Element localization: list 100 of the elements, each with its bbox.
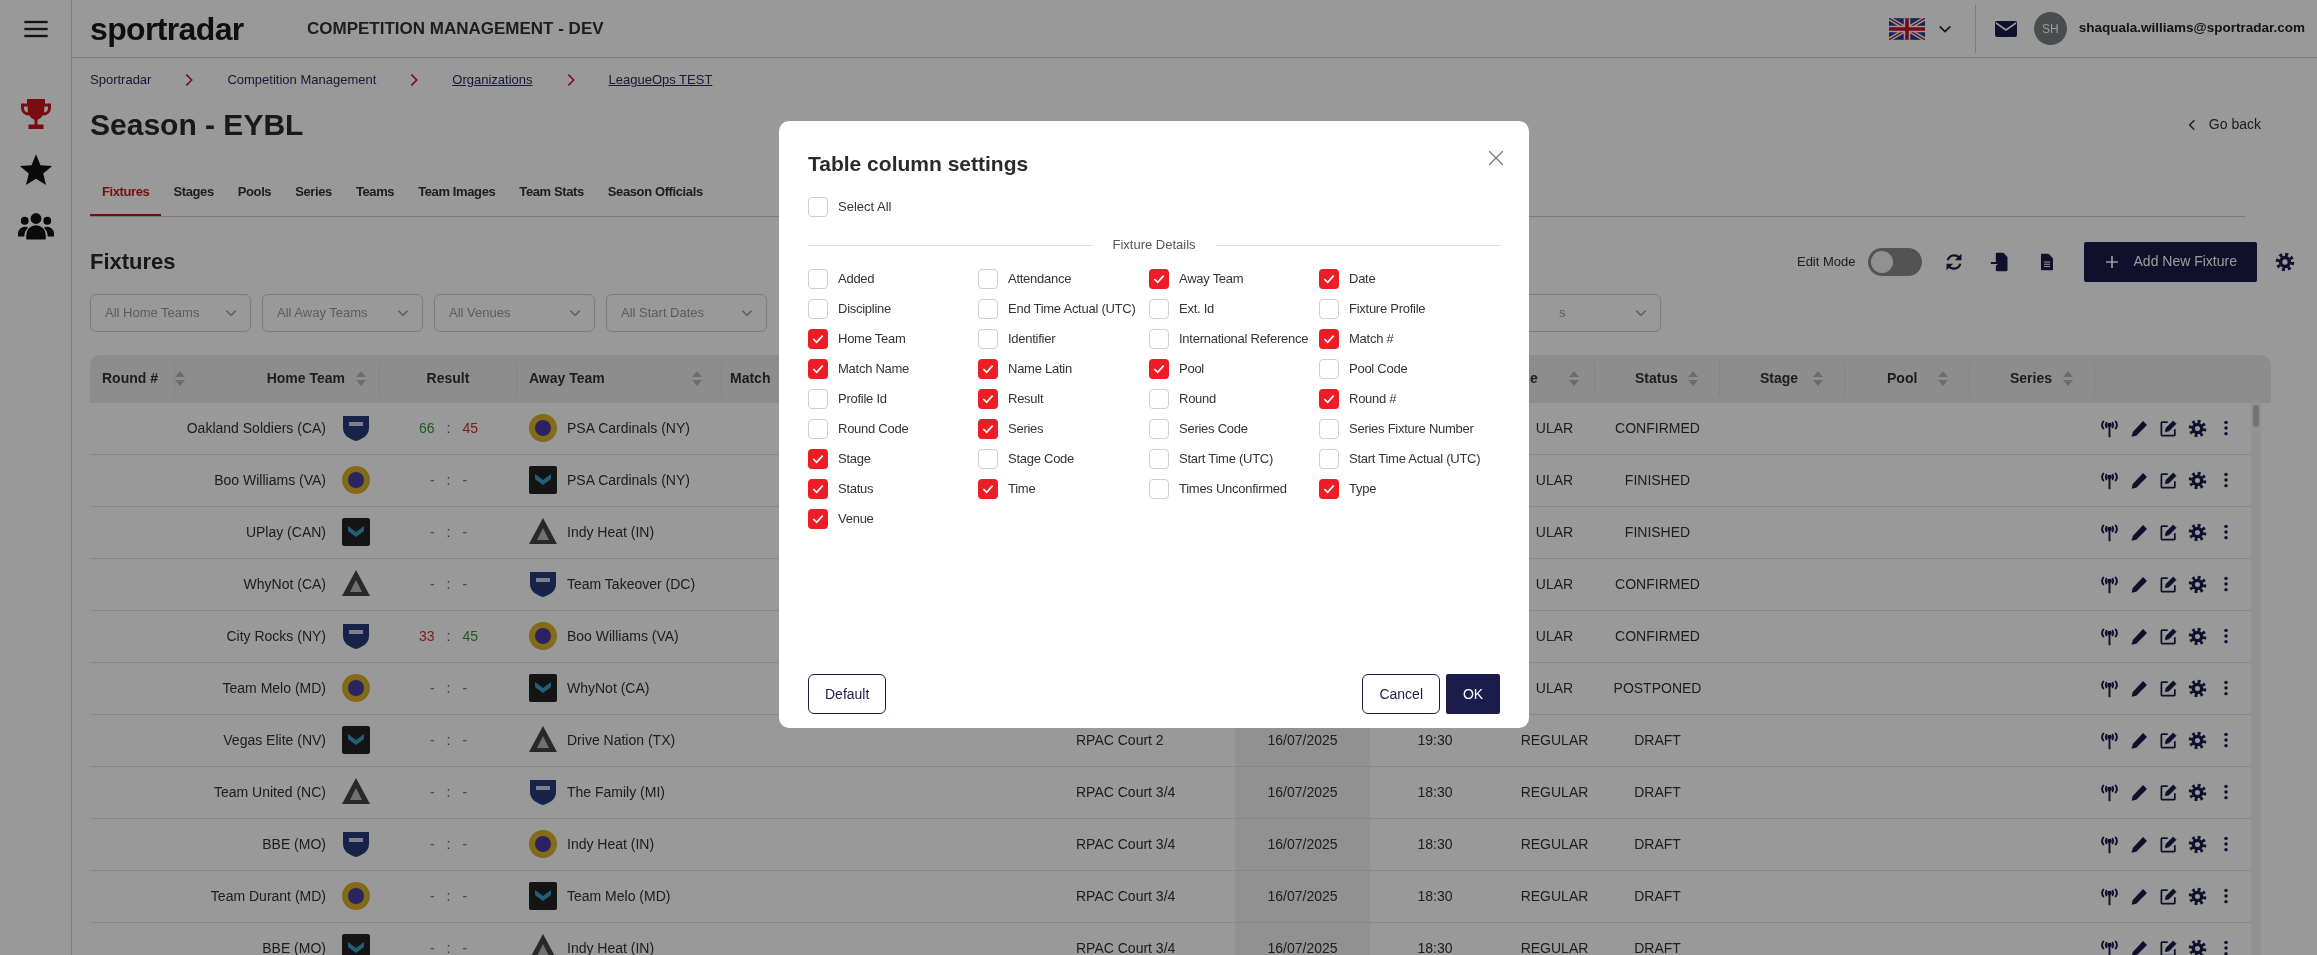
- settings-icon[interactable]: [2188, 418, 2207, 438]
- edit-icon[interactable]: [2159, 522, 2178, 542]
- checkbox[interactable]: [1149, 269, 1169, 289]
- close-icon[interactable]: [1487, 149, 1505, 167]
- checkbox[interactable]: [808, 299, 828, 319]
- checkbox[interactable]: [1319, 479, 1339, 499]
- checkbox[interactable]: [1319, 299, 1339, 319]
- checkbox[interactable]: [978, 299, 998, 319]
- pencil-icon[interactable]: [2130, 522, 2149, 542]
- tab[interactable]: Team Stats: [507, 169, 596, 216]
- checkbox[interactable]: [1319, 389, 1339, 409]
- checkbox[interactable]: [808, 509, 828, 529]
- checkbox[interactable]: [808, 419, 828, 439]
- checkbox[interactable]: [978, 419, 998, 439]
- checkbox[interactable]: [808, 449, 828, 469]
- tab[interactable]: Fixtures: [90, 169, 162, 216]
- checkbox[interactable]: [808, 329, 828, 349]
- breadcrumb-link[interactable]: LeagueOps TEST: [608, 70, 713, 90]
- tab[interactable]: Pools: [225, 169, 284, 216]
- checkbox[interactable]: [1149, 329, 1169, 349]
- checkbox[interactable]: [808, 197, 828, 217]
- scrollbar[interactable]: [2253, 404, 2259, 427]
- checkbox[interactable]: [978, 269, 998, 289]
- checkbox[interactable]: [1319, 419, 1339, 439]
- go-back-link[interactable]: Go back: [2184, 114, 2261, 135]
- add-new-fixture-button[interactable]: Add New Fixture: [2083, 241, 2257, 282]
- tab[interactable]: Stages: [161, 169, 226, 216]
- settings-icon[interactable]: [2188, 782, 2207, 802]
- edit-icon[interactable]: [2159, 782, 2178, 802]
- checkbox[interactable]: [808, 269, 828, 289]
- tab[interactable]: Teams: [343, 169, 407, 216]
- breadcrumb-item[interactable]: Competition Management: [227, 70, 377, 90]
- tab[interactable]: Series: [283, 169, 344, 216]
- settings-icon[interactable]: [2188, 522, 2207, 542]
- breadcrumb-item[interactable]: Sportradar: [90, 70, 152, 90]
- pencil-icon[interactable]: [2130, 938, 2149, 955]
- checkbox[interactable]: [1149, 479, 1169, 499]
- pencil-icon[interactable]: [2130, 678, 2149, 698]
- pencil-icon[interactable]: [2130, 626, 2149, 646]
- edit-icon[interactable]: [2159, 626, 2178, 646]
- column-header: Home Team: [266, 369, 345, 388]
- edit-icon[interactable]: [2159, 678, 2178, 698]
- settings-icon[interactable]: [2188, 626, 2207, 646]
- edit-icon[interactable]: [2159, 470, 2178, 490]
- checkbox[interactable]: [1149, 389, 1169, 409]
- pencil-icon[interactable]: [2130, 730, 2149, 750]
- ok-button[interactable]: OK: [1446, 674, 1500, 714]
- edit-icon[interactable]: [2159, 886, 2178, 906]
- checkbox[interactable]: [978, 329, 998, 349]
- pencil-icon[interactable]: [2130, 886, 2149, 906]
- edit-icon[interactable]: [2159, 834, 2178, 854]
- checkbox[interactable]: [1319, 359, 1339, 379]
- edit-icon[interactable]: [2159, 938, 2178, 955]
- settings-icon[interactable]: [2275, 251, 2295, 272]
- checkbox[interactable]: [1149, 419, 1169, 439]
- default-button[interactable]: Default: [808, 674, 887, 714]
- language-selector[interactable]: [1888, 17, 1953, 40]
- pencil-icon[interactable]: [2130, 782, 2149, 802]
- settings-icon[interactable]: [2188, 574, 2207, 594]
- star-icon[interactable]: [17, 152, 54, 188]
- type-cell-text: REGULAR: [1520, 886, 1589, 906]
- edit-mode-toggle[interactable]: [1867, 247, 1922, 276]
- status-cell-text: FINISHED: [1624, 470, 1691, 490]
- settings-icon[interactable]: [2188, 834, 2207, 854]
- cancel-button[interactable]: Cancel: [1362, 674, 1440, 714]
- settings-icon[interactable]: [2188, 730, 2207, 750]
- user-avatar[interactable]: SH: [2033, 12, 2067, 45]
- checkbox[interactable]: [808, 479, 828, 499]
- checkbox[interactable]: [1149, 359, 1169, 379]
- checkbox[interactable]: [978, 479, 998, 499]
- edit-icon[interactable]: [2159, 730, 2178, 750]
- tab[interactable]: Season Officials: [595, 169, 715, 216]
- checkbox[interactable]: [1319, 329, 1339, 349]
- settings-icon[interactable]: [2188, 470, 2207, 490]
- checkbox[interactable]: [1319, 449, 1339, 469]
- import-icon[interactable]: [1989, 251, 2010, 272]
- settings-icon[interactable]: [2188, 886, 2207, 906]
- pencil-icon[interactable]: [2130, 834, 2149, 854]
- checkbox[interactable]: [1149, 449, 1169, 469]
- settings-icon[interactable]: [2188, 678, 2207, 698]
- breadcrumb-link[interactable]: Organizations: [452, 70, 533, 90]
- venue-cell-text: RPAC Court 2: [1076, 730, 1164, 750]
- checkbox[interactable]: [978, 449, 998, 469]
- checkbox[interactable]: [808, 389, 828, 409]
- checkbox[interactable]: [808, 359, 828, 379]
- checkbox[interactable]: [1319, 269, 1339, 289]
- edit-icon[interactable]: [2159, 574, 2178, 594]
- settings-icon[interactable]: [2188, 938, 2207, 955]
- checkbox-label: Profile Id: [838, 390, 887, 408]
- team-logo: [340, 724, 372, 756]
- pencil-icon[interactable]: [2130, 470, 2149, 490]
- checkbox[interactable]: [978, 359, 998, 379]
- tab[interactable]: Team Images: [406, 169, 508, 216]
- checkbox[interactable]: [978, 389, 998, 409]
- checkbox-label: Attendance: [1008, 270, 1072, 288]
- checkbox[interactable]: [1149, 299, 1169, 319]
- pencil-icon[interactable]: [2130, 574, 2149, 594]
- date-cell-text: 16/07/2025: [1267, 938, 1338, 955]
- pencil-icon[interactable]: [2130, 418, 2149, 438]
- edit-icon[interactable]: [2159, 418, 2178, 438]
